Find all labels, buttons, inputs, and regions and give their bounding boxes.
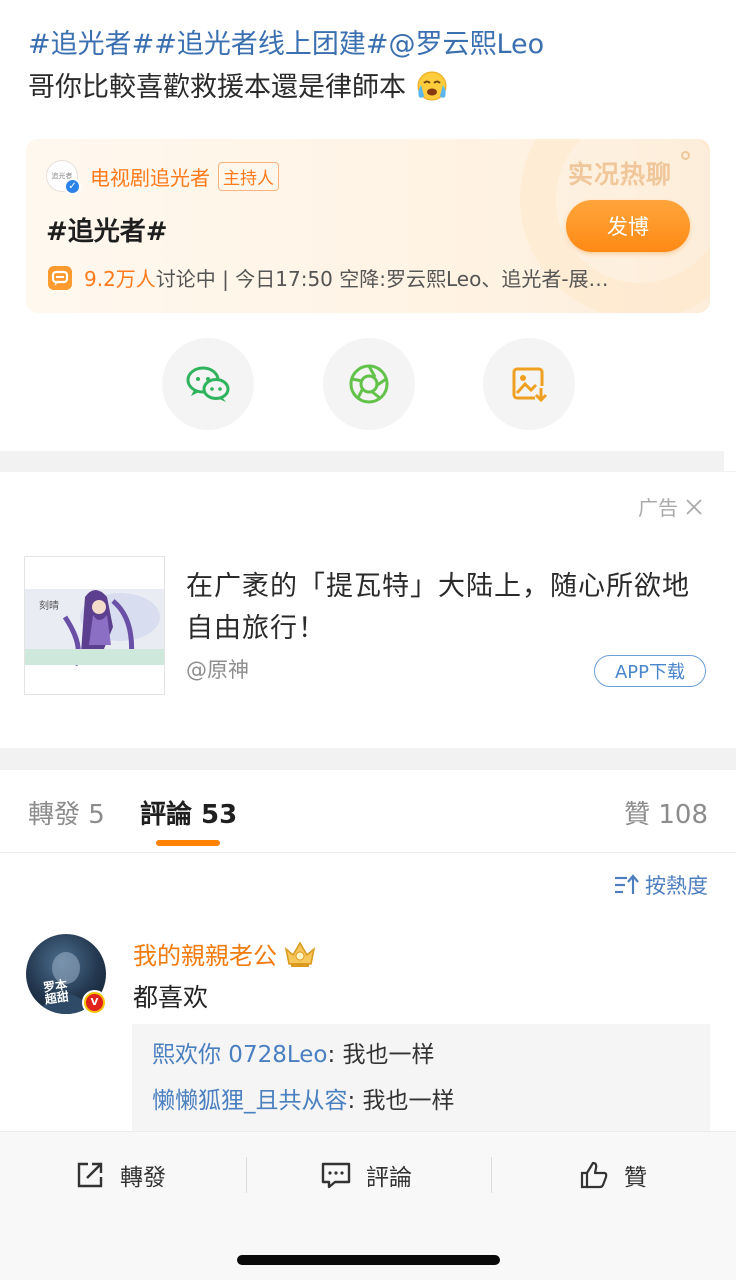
save-image-button[interactable] [483, 338, 575, 430]
divider-notch [724, 451, 736, 471]
thumbs-up-icon [580, 1161, 608, 1189]
host-avatar[interactable]: 追光者 ✓ [46, 160, 81, 195]
share-moments-button[interactable] [323, 338, 415, 430]
like-button[interactable]: 贊 [578, 1158, 647, 1192]
like-label: 贊 [624, 1165, 647, 1191]
home-indicator[interactable] [237, 1255, 500, 1265]
sort-label: 按熱度 [645, 874, 708, 898]
vip-badge-letter: V [86, 994, 103, 1011]
comment-button[interactable]: 評論 [320, 1158, 412, 1192]
verified-icon: ✓ [64, 178, 81, 195]
ad-thumbnail[interactable]: 刻晴 [24, 556, 165, 695]
post-hashtags[interactable]: #追光者##追光者线上团建#@罗云熙Leo [28, 24, 718, 66]
reply-user[interactable]: 熙欢你 0728Leo [152, 1042, 327, 1068]
section-divider [0, 451, 736, 472]
host-name[interactable]: 电视剧追光者 [90, 162, 210, 191]
section-divider-2 [0, 748, 736, 770]
avatar-caption: 罗本 超甜 [42, 977, 70, 1007]
bar-divider [491, 1157, 492, 1193]
host-badge: 主持人 [218, 161, 279, 191]
crying-face-emoji-icon [417, 71, 447, 101]
vip-badge-icon: V [82, 990, 107, 1015]
comment-label: 評論 [366, 1165, 412, 1191]
ad-headline[interactable]: 在广袤的「提瓦特」大陆上，随心所欲地自由旅行！ [186, 566, 696, 650]
tab-reposts[interactable]: 轉發 5 [28, 794, 105, 831]
wechat-icon [186, 366, 230, 402]
sort-by-hot-button[interactable]: 按熱度 [613, 870, 708, 900]
discussion-icon [48, 265, 72, 290]
share-arrow-icon [77, 1162, 103, 1188]
topic-stats: 9.2万人 讨论中 | 今日17:50 空降:罗云熙Leo、追光者-展… [46, 263, 609, 292]
crown-badge-icon [284, 941, 316, 967]
topic-host-row[interactable]: 追光者 ✓ 电视剧追光者 主持人 [46, 159, 279, 195]
comment-icon [321, 1162, 351, 1189]
ad-image [25, 557, 164, 694]
moments-icon [349, 364, 389, 404]
topic-title[interactable]: #追光者# [46, 211, 168, 248]
active-tab-indicator [156, 840, 220, 846]
share-wechat-button[interactable] [162, 338, 254, 430]
close-icon[interactable] [684, 497, 704, 517]
reply-text: : 我也一样 [347, 1088, 455, 1114]
sort-icon [615, 874, 639, 894]
reply-item[interactable]: 懒懒狐狸_且共从容: 我也一样 [152, 1078, 690, 1124]
ad-source[interactable]: @原神 [186, 654, 249, 684]
tab-comments[interactable]: 評論 53 [140, 794, 237, 831]
repost-button[interactable]: 轉發 [74, 1158, 166, 1192]
comment-text: 都喜欢 [133, 983, 209, 1012]
live-chat-label: 实况热聊 [567, 160, 672, 189]
post-content: #追光者##追光者线上团建#@罗云熙Leo 哥你比較喜歡救援本還是律師本 [28, 24, 718, 110]
bar-divider [246, 1157, 247, 1193]
share-row [0, 338, 736, 430]
save-image-icon [512, 367, 548, 403]
discussion-summary: 讨论中 | 今日17:50 空降:罗云熙Leo、追光者-展… [155, 267, 609, 291]
post-weibo-button[interactable]: 发博 [566, 200, 690, 252]
app-download-button[interactable]: APP下载 [594, 655, 706, 687]
commenter-name[interactable]: 我的親親老公 [133, 936, 277, 971]
ad-thumb-caption: 刻晴 [39, 601, 59, 612]
live-dot-icon [681, 151, 690, 160]
reply-item[interactable]: 熙欢你 0728Leo: 我也一样 [152, 1032, 690, 1078]
interaction-tabs: 轉發 5 評論 53 贊 108 [0, 770, 736, 853]
reply-user[interactable]: 懒懒狐狸_且共从容 [152, 1088, 348, 1114]
discussion-count: 9.2万人 [84, 267, 156, 291]
ad-label: 广告 [638, 496, 678, 520]
post-body: 哥你比較喜歡救援本還是律師本 [28, 66, 718, 110]
topic-card[interactable]: 追光者 ✓ 电视剧追光者 主持人 #追光者# 实况热聊 发博 9.2万人 讨论中… [26, 139, 710, 313]
tab-likes[interactable]: 贊 108 [624, 794, 708, 831]
commenter-name-row: 我的親親老公 [133, 936, 317, 971]
repost-label: 轉發 [120, 1165, 166, 1191]
comment-replies[interactable]: 熙欢你 0728Leo: 我也一样 懒懒狐狸_且共从容: 我也一样 [132, 1024, 710, 1144]
ad-card[interactable]: 广告 刻晴 在广袤的「提瓦特」大陆上，随心所欲地自由旅行！ @原神 APP下载 [0, 472, 736, 748]
reply-text: : 我也一样 [327, 1042, 435, 1068]
ad-label-group: 广告 [638, 492, 704, 521]
post-body-text: 哥你比較喜歡救援本還是律師本 [28, 72, 406, 103]
